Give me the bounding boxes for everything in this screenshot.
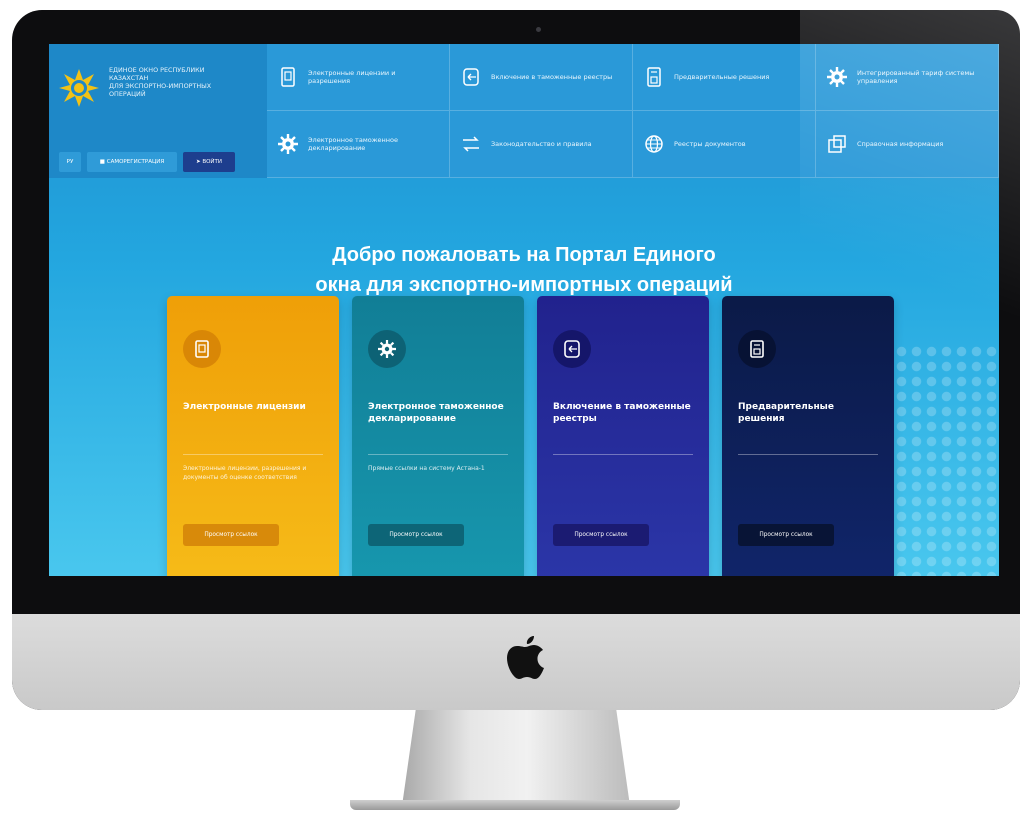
nav-label: Реестры документов bbox=[674, 139, 746, 148]
nav-label: Интегрированный тариф системы управления bbox=[857, 68, 975, 86]
login-button[interactable]: ➤ ВОЙТИ bbox=[183, 152, 235, 172]
camera bbox=[536, 27, 541, 32]
brand-line: ДЛЯ ЭКСПОРТНО-ИМПОРТНЫХ bbox=[109, 82, 212, 90]
login-label: ВОЙТИ bbox=[202, 159, 223, 165]
card-description: Прямые ссылки на систему Астана-1 bbox=[368, 465, 485, 472]
emblem-icon[interactable] bbox=[59, 68, 99, 108]
card-icon bbox=[368, 330, 406, 368]
nav-item-decisions[interactable]: Предварительные решения bbox=[633, 44, 816, 111]
card-decisions[interactable]: Предварительные решения Просмотр ссылок bbox=[722, 296, 894, 576]
view-links-button[interactable]: Просмотр ссылок bbox=[183, 524, 279, 546]
card-title: Предварительные решения bbox=[738, 402, 834, 424]
nav-item-tariff[interactable]: Интегрированный тариф системы управления bbox=[816, 44, 999, 111]
view-links-button[interactable]: Просмотр ссылок bbox=[738, 524, 834, 546]
card-icon bbox=[183, 330, 221, 368]
law-icon bbox=[463, 136, 479, 152]
card-licenses[interactable]: Электронные лицензии Электронные лицензи… bbox=[167, 296, 339, 576]
card-divider bbox=[368, 454, 508, 455]
card-title: Электронное таможенное декларирование bbox=[368, 402, 504, 424]
main-nav: Электронные лицензии и разрешения Включе… bbox=[267, 44, 999, 178]
brand-line: ЕДИНОЕ ОКНО РЕСПУБЛИКИ bbox=[109, 66, 205, 74]
gear-icon bbox=[278, 134, 298, 154]
nav-label: Включение в таможенные реестры bbox=[491, 72, 613, 81]
nav-item-reference[interactable]: Справочная информация bbox=[816, 111, 999, 178]
view-links-button[interactable]: Просмотр ссылок bbox=[368, 524, 464, 546]
card-registers[interactable]: Включение в таможенные реестры Просмотр … bbox=[537, 296, 709, 576]
card-title: Электронные лицензии bbox=[183, 402, 306, 412]
nav-item-declaration[interactable]: Электронное таможенное декларирование bbox=[267, 111, 450, 178]
user-icon: ■ bbox=[99, 159, 107, 165]
register-button[interactable]: ■ САМОРЕГИСТРАЦИЯ bbox=[87, 152, 177, 172]
card-divider bbox=[183, 454, 323, 455]
card-title: Включение в таможенные реестры bbox=[553, 402, 691, 424]
card-declaration[interactable]: Электронное таможенное декларирование Пр… bbox=[352, 296, 524, 576]
view-links-button[interactable]: Просмотр ссылок bbox=[553, 524, 649, 546]
monitor-stand-base bbox=[350, 800, 680, 810]
apple-logo-icon bbox=[507, 636, 544, 679]
nav-label: Предварительные решения bbox=[674, 72, 770, 81]
card-divider bbox=[553, 454, 693, 455]
screen: ЕДИНОЕ ОКНО РЕСПУБЛИКИ КАЗАХСТАН ДЛЯ ЭКС… bbox=[49, 44, 999, 576]
card-description: Электронные лицензии, разрешения и докум… bbox=[183, 465, 307, 481]
card-icon bbox=[738, 330, 776, 368]
hero-title: Добро пожаловать на Портал Единого окна … bbox=[49, 240, 999, 300]
register-icon bbox=[564, 340, 580, 358]
brand-title: ЕДИНОЕ ОКНО РЕСПУБЛИКИ КАЗАХСТАН ДЛЯ ЭКС… bbox=[109, 66, 259, 98]
document-icon bbox=[281, 67, 295, 87]
register-icon bbox=[463, 68, 479, 86]
globe-icon bbox=[645, 135, 663, 153]
nav-item-documents[interactable]: Реестры документов bbox=[633, 111, 816, 178]
brand-line: КАЗАХСТАН bbox=[109, 74, 149, 82]
decorative-dots bbox=[879, 344, 999, 576]
monitor-stand bbox=[402, 710, 630, 806]
register-label: САМОРЕГИСТРАЦИЯ bbox=[106, 159, 165, 165]
gear-icon bbox=[827, 67, 847, 87]
info-icon bbox=[828, 135, 846, 153]
nav-item-registers[interactable]: Включение в таможенные реестры bbox=[450, 44, 633, 111]
header: ЕДИНОЕ ОКНО РЕСПУБЛИКИ КАЗАХСТАН ДЛЯ ЭКС… bbox=[49, 44, 999, 178]
card-icon bbox=[553, 330, 591, 368]
nav-label: Электронные лицензии и разрешения bbox=[308, 68, 396, 86]
gear-icon bbox=[378, 340, 396, 358]
decision-icon bbox=[750, 340, 764, 358]
nav-label: Законодательство и правила bbox=[491, 139, 592, 148]
brand-panel: ЕДИНОЕ ОКНО РЕСПУБЛИКИ КАЗАХСТАН ДЛЯ ЭКС… bbox=[49, 44, 267, 178]
hero-line: Добро пожаловать на Портал Единого bbox=[332, 244, 716, 266]
decision-icon bbox=[647, 67, 661, 87]
language-button[interactable]: РУ bbox=[59, 152, 81, 172]
auth-actions: РУ ■ САМОРЕГИСТРАЦИЯ ➤ ВОЙТИ bbox=[59, 152, 235, 172]
nav-item-licenses[interactable]: Электронные лицензии и разрешения bbox=[267, 44, 450, 111]
nav-item-legislation[interactable]: Законодательство и правила bbox=[450, 111, 633, 178]
nav-label: Электронное таможенное декларирование bbox=[308, 135, 399, 153]
brand-line: ОПЕРАЦИЙ bbox=[109, 90, 146, 98]
card-divider bbox=[738, 454, 878, 455]
nav-label: Справочная информация bbox=[857, 139, 944, 148]
document-icon bbox=[195, 340, 209, 358]
